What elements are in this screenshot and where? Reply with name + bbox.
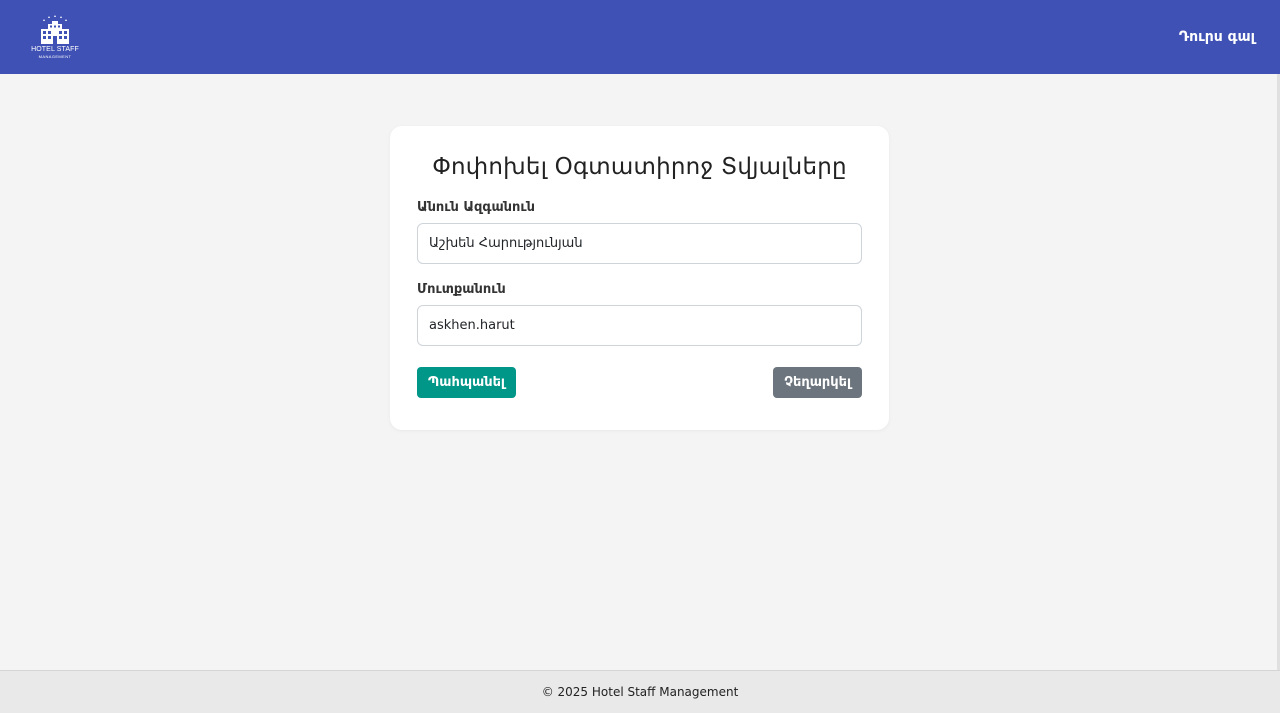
full-name-label: Անուն Ազգանուն	[417, 200, 535, 215]
cancel-button[interactable]: Չեղարկել	[773, 367, 862, 398]
logout-link[interactable]: Դուրս գալ	[1179, 29, 1255, 45]
full-name-field[interactable]	[417, 223, 862, 264]
username-label: Մուտքանուն	[417, 282, 506, 297]
hotel-building-icon	[41, 15, 69, 44]
username-field[interactable]	[417, 305, 862, 346]
form-actions: Պահպանել Չեղարկել	[417, 367, 862, 398]
logo[interactable]: HOTEL STAFF MANAGEMENT	[30, 15, 80, 59]
logo-subtext: MANAGEMENT	[38, 54, 72, 59]
top-navbar: HOTEL STAFF MANAGEMENT Դուրս գալ	[0, 0, 1280, 74]
logo-text: HOTEL STAFF	[31, 46, 79, 53]
footer-copyright: © 2025 Hotel Staff Management	[541, 685, 739, 699]
save-button[interactable]: Պահպանել	[417, 367, 516, 398]
page-title: Փոփոխել Օգտատիրոջ Տվյալները	[432, 154, 847, 180]
edit-user-card: Փոփոխել Օգտատիրոջ Տվյալները Անուն Ազգանո…	[390, 126, 889, 430]
footer: © 2025 Hotel Staff Management	[0, 670, 1280, 713]
